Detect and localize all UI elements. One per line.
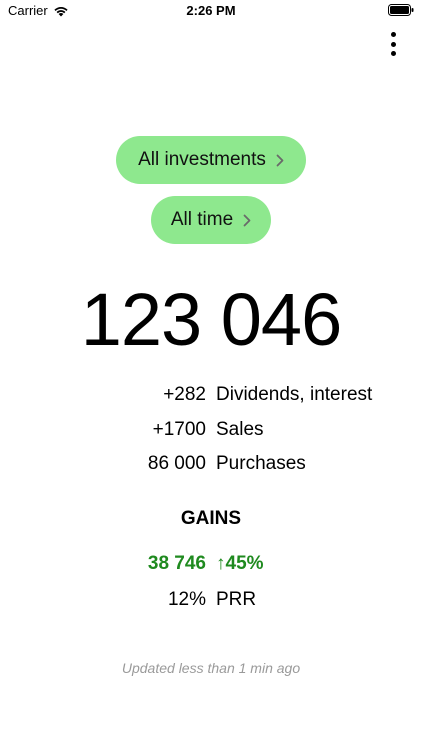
dividends-row: +282 Dividends, interest [0, 382, 422, 408]
gains-heading: GAINS [180, 508, 242, 529]
chevron-right-icon [243, 214, 251, 226]
prr-value: 12% [167, 589, 206, 610]
sales-label: Sales [216, 419, 264, 440]
status-time: 2:26 PM [186, 3, 236, 18]
purchases-label: Purchases [216, 453, 306, 474]
investment-summary-screen: Carrier 2:26 PM All investments All time [0, 0, 422, 750]
total-value: 123 046 [80, 278, 343, 361]
sales-row: +1700 Sales [0, 417, 422, 443]
gains-percent: ↑45% [216, 553, 264, 574]
portfolio-filter-label: All investments [138, 149, 266, 170]
prr-row: 12% PRR [0, 587, 422, 613]
ellipsis-dot [390, 51, 396, 56]
ellipsis-dot [390, 41, 396, 47]
dividends-value: +282 [163, 384, 206, 405]
period-filter-label: All time [170, 209, 234, 230]
portfolio-filter-button[interactable]: All investments [116, 136, 306, 184]
purchases-value: 86 000 [147, 453, 206, 474]
battery-icon [388, 4, 414, 16]
prr-label: PRR [216, 589, 257, 610]
period-filter-button[interactable]: All time [151, 196, 271, 244]
gains-row: 38 746 ↑45% [0, 551, 422, 577]
sales-value: +1700 [152, 419, 206, 440]
last-updated-text: Updated less than 1 min ago [121, 660, 301, 676]
purchases-row: 86 000 Purchases [0, 451, 422, 477]
dividends-label: Dividends, interest [216, 384, 373, 405]
vertical-ellipsis-icon [390, 32, 396, 37]
gains-amount: 38 746 [147, 553, 206, 574]
more-options-button[interactable] [386, 32, 400, 56]
chevron-right-icon [276, 154, 284, 166]
status-bar: Carrier 2:26 PM [0, 0, 422, 22]
